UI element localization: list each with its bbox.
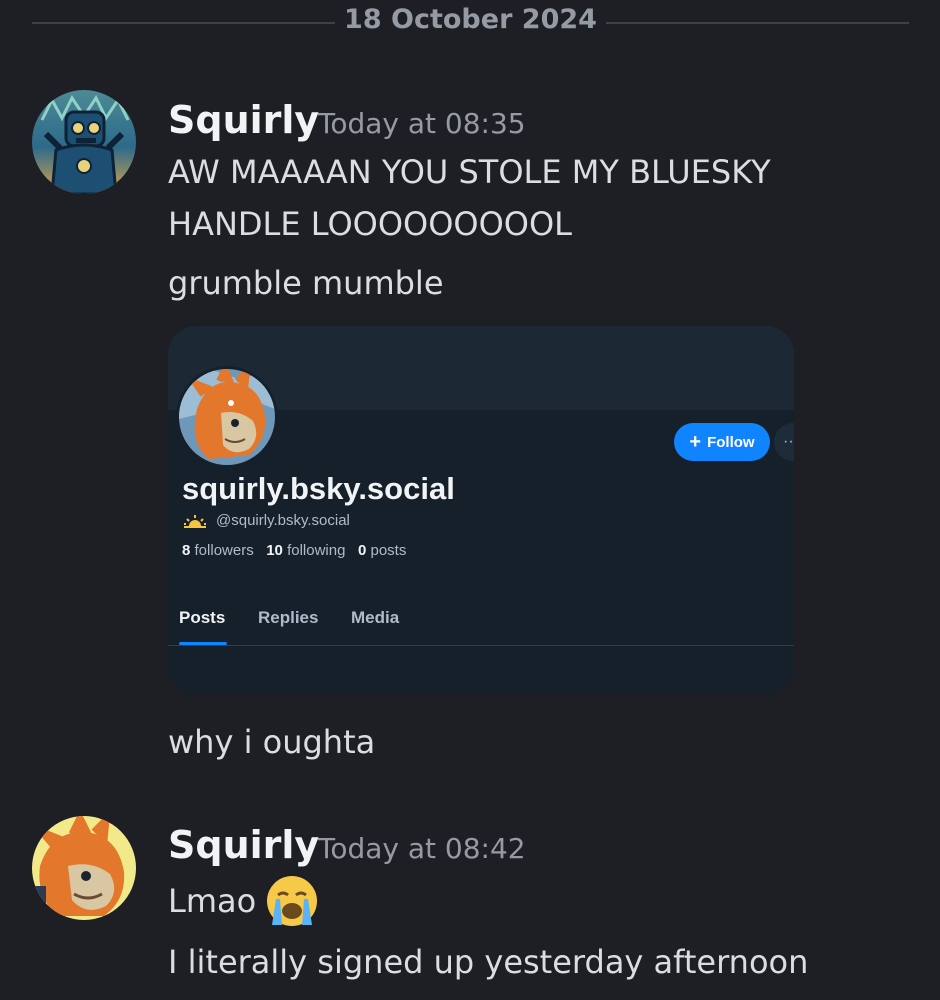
avatar[interactable]	[32, 816, 136, 920]
loudly-crying-face-icon	[267, 876, 318, 926]
message-text-line: I literally signed up yesterday afternoo…	[168, 943, 809, 981]
message-text-line: why i oughta	[168, 723, 376, 761]
sunrise-icon	[184, 514, 206, 528]
avatar[interactable]	[32, 90, 136, 194]
author-name[interactable]: Squirly	[168, 98, 319, 142]
profile-avatar	[176, 366, 278, 468]
avatar-pony-image	[32, 816, 136, 920]
pony-avatar-image	[179, 369, 275, 465]
profile-handle: @squirly.bsky.social	[216, 512, 350, 529]
followers-count: 8	[182, 542, 191, 559]
message-text: Lmao	[168, 882, 257, 920]
more-options-button[interactable]: ··	[774, 423, 794, 461]
tab-replies[interactable]: Replies	[258, 608, 318, 628]
message-text-line: HANDLE LOOOOOOOOOL	[168, 205, 572, 243]
follow-label: Follow	[707, 433, 755, 451]
profile-tabs: Posts Replies Media	[168, 596, 794, 646]
tab-posts[interactable]: Posts	[179, 608, 225, 628]
following-count: 10	[266, 542, 283, 559]
posts-count: 0	[357, 542, 367, 559]
chat-view: 18 October 2024 Squirly Today at 08:35 A…	[0, 0, 940, 1000]
posts-label: posts	[370, 542, 407, 559]
tab-media[interactable]: Media	[351, 608, 399, 628]
date-divider: 18 October 2024	[0, 0, 940, 46]
divider-date: 18 October 2024	[344, 4, 597, 35]
active-tab-indicator	[179, 642, 227, 645]
following-label: following	[287, 542, 346, 559]
message-text-row: Lmao	[168, 873, 868, 929]
plus-icon: +	[689, 431, 702, 453]
profile-display-name: squirly.bsky.social	[182, 471, 455, 506]
ellipsis-icon: ··	[783, 433, 794, 450]
message-timestamp: Today at 08:42	[318, 832, 526, 865]
profile-stats: 8 followers 10 following 0 posts	[182, 542, 406, 559]
profile-handle-row: @squirly.bsky.social	[184, 512, 350, 529]
author-name[interactable]: Squirly	[168, 823, 319, 867]
divider-line-right	[606, 22, 909, 24]
divider-line-left	[32, 22, 335, 24]
avatar-robot-image	[32, 90, 136, 194]
bluesky-profile-screenshot[interactable]: + Follow ·· squirly.bsky.social @squirly…	[168, 326, 794, 694]
followers-label: followers	[194, 542, 254, 559]
message-text-line: AW MAAAAN YOU STOLE MY BLUESKY	[168, 153, 771, 191]
message-timestamp: Today at 08:35	[318, 107, 526, 140]
follow-button[interactable]: + Follow	[674, 423, 770, 461]
message-text-line: grumble mumble	[168, 264, 444, 302]
